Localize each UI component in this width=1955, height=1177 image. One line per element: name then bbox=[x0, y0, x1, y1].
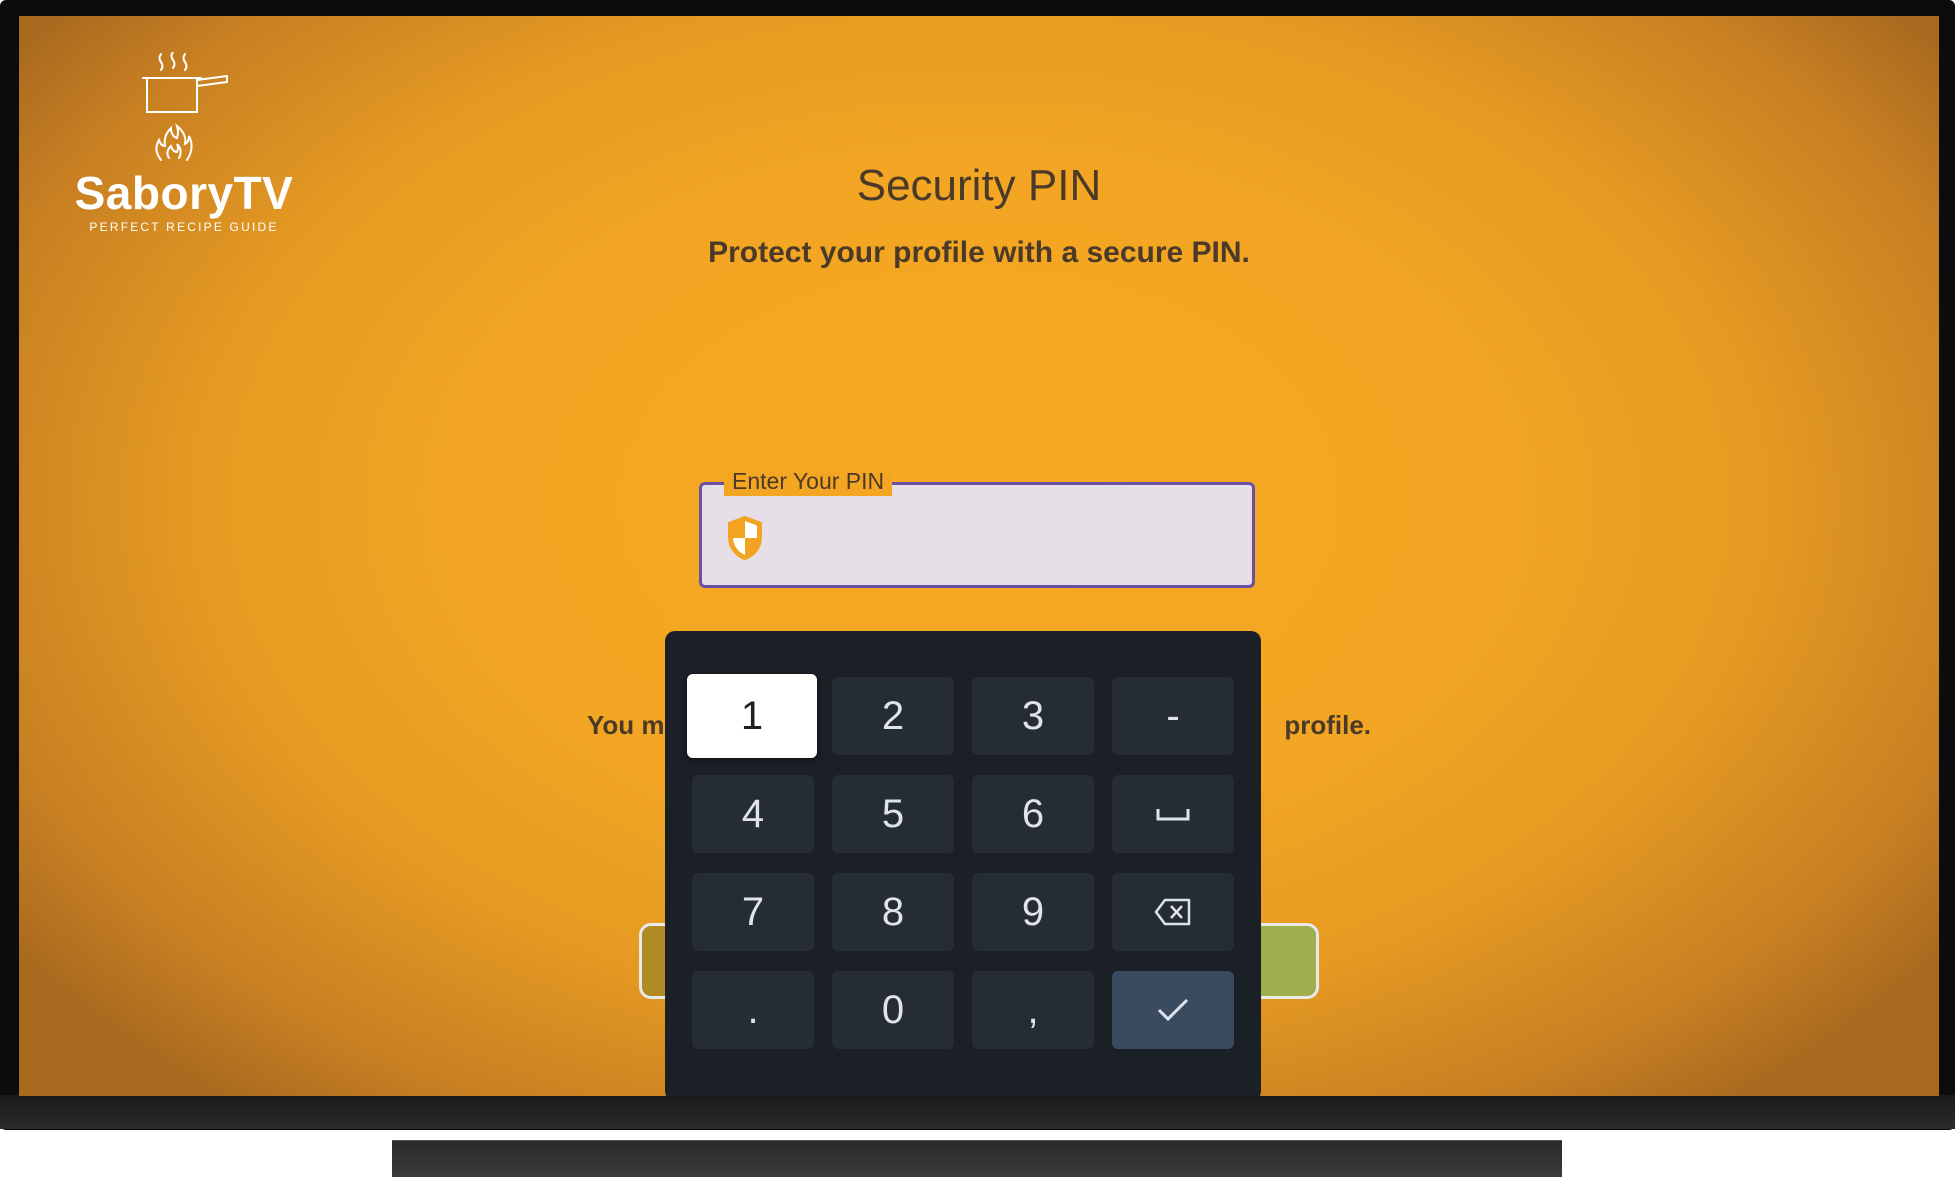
key-4[interactable]: 4 bbox=[692, 775, 814, 853]
key-2[interactable]: 2 bbox=[832, 677, 954, 755]
tv-bezel-bottom bbox=[0, 1095, 1955, 1129]
checkmark-icon bbox=[1157, 998, 1189, 1022]
key-8[interactable]: 8 bbox=[832, 873, 954, 951]
key-comma[interactable]: , bbox=[972, 971, 1094, 1049]
key-1[interactable]: 1 bbox=[687, 674, 817, 758]
backspace-icon bbox=[1154, 898, 1191, 926]
numeric-keyboard: 1 2 3 - 4 5 6 7 8 9 . 0 , bbox=[665, 631, 1261, 1096]
page-title: Security PIN bbox=[856, 161, 1102, 210]
key-9[interactable]: 9 bbox=[972, 873, 1094, 951]
key-confirm[interactable] bbox=[1112, 971, 1234, 1049]
space-icon bbox=[1156, 809, 1190, 821]
key-6[interactable]: 6 bbox=[972, 775, 1094, 853]
key-3[interactable]: 3 bbox=[972, 677, 1094, 755]
pin-input-field[interactable]: Enter Your PIN bbox=[699, 466, 1255, 588]
page-subtitle: Protect your profile with a secure PIN. bbox=[708, 236, 1250, 269]
cooking-pot-icon bbox=[142, 52, 228, 161]
shield-icon bbox=[726, 515, 764, 566]
pin-hint-right: profile. bbox=[1284, 710, 1372, 740]
key-dash[interactable]: - bbox=[1112, 677, 1234, 755]
key-7[interactable]: 7 bbox=[692, 873, 814, 951]
pin-field-label: Enter Your PIN bbox=[724, 466, 893, 496]
tv-stand bbox=[392, 1140, 1562, 1177]
tv-screen: SaboryTV PERFECT RECIPE GUIDE Security P… bbox=[19, 16, 1939, 1096]
app-tagline: PERFECT RECIPE GUIDE bbox=[89, 220, 279, 234]
key-period[interactable]: . bbox=[692, 971, 814, 1049]
key-space[interactable] bbox=[1112, 775, 1234, 853]
key-0[interactable]: 0 bbox=[832, 971, 954, 1049]
key-backspace[interactable] bbox=[1112, 873, 1234, 951]
key-5[interactable]: 5 bbox=[832, 775, 954, 853]
